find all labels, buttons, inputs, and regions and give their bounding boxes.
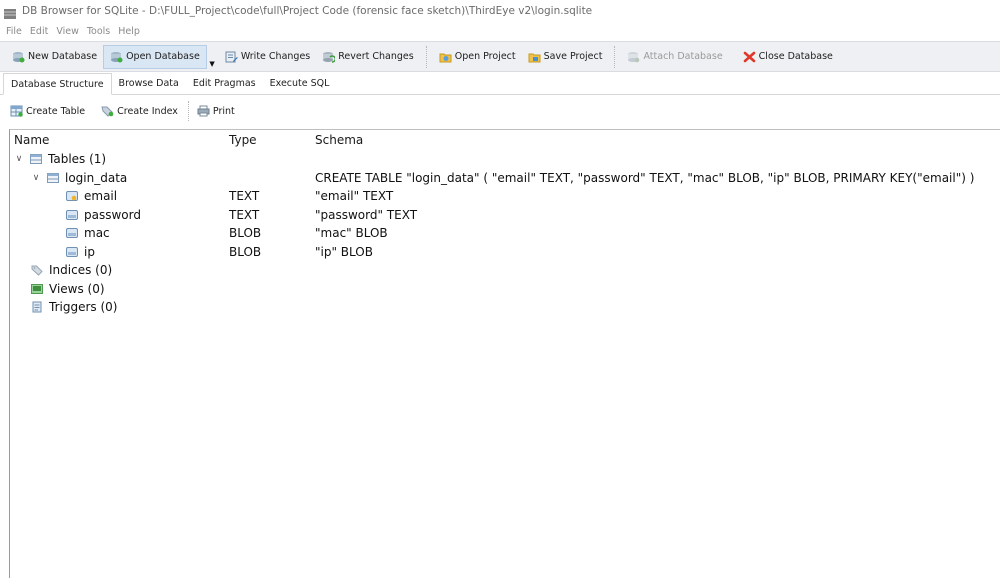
field-schema: "password" TEXT [315,207,418,222]
tab-browse-data[interactable]: Browse Data [112,74,186,94]
create-index-label: Create Index [117,105,178,117]
main-toolbar: New Database Open Database ▼ Write Chang… [0,41,1000,72]
attach-database-label: Attach Database [643,51,723,62]
revert-changes-icon [322,51,337,63]
menu-bar: File Edit View Tools Help [0,22,1000,40]
triggers-label: Triggers (0) [49,300,118,314]
menu-view[interactable]: View [56,26,79,37]
field-icon [66,209,78,221]
toolbar-separator [614,45,616,68]
tab-execute-sql[interactable]: Execute SQL [263,74,337,94]
title-bar: DB Browser for SQLite - D:\FULL_Project\… [0,0,1000,22]
tree-row-views[interactable]: Views (0) [10,280,1000,299]
open-project-icon [439,51,452,63]
open-project-button[interactable]: Open Project [433,45,522,69]
close-icon [743,51,756,63]
open-database-icon [110,51,123,63]
create-index-button[interactable]: Create Index [101,105,178,117]
table-icon [47,172,59,184]
views-label: Views (0) [49,281,105,296]
tree-row-triggers[interactable]: Triggers (0) [10,298,1000,317]
open-database-label: Open Database [126,51,200,62]
revert-changes-button[interactable]: Revert Changes [316,45,419,69]
table-schema: CREATE TABLE "login_data" ( "email" TEXT… [315,170,975,185]
save-project-button[interactable]: Save Project [522,45,609,69]
open-project-label: Open Project [454,51,516,62]
menu-edit[interactable]: Edit [30,26,48,37]
attach-database-icon [627,51,640,63]
field-type: BLOB [229,244,262,259]
toolbar-separator [187,101,189,121]
save-project-icon [528,51,541,63]
new-database-icon [12,51,25,63]
chevron-down-icon[interactable]: ∨ [31,173,41,183]
create-table-button[interactable]: Create Table [10,105,85,117]
print-label: Print [212,105,235,117]
menu-tools[interactable]: Tools [87,26,110,37]
printer-icon [197,105,210,117]
tree-row-table-login-data[interactable]: ∨ login_data CREATE TABLE "login_data" (… [10,169,1000,188]
column-header-name[interactable]: Name [14,133,49,147]
column-header-type[interactable]: Type [229,133,257,147]
main-tab-bar: Database Structure Browse Data Edit Prag… [0,73,1000,95]
write-changes-button[interactable]: Write Changes [219,45,316,69]
create-table-label: Create Table [26,105,86,117]
window-title: DB Browser for SQLite - D:\FULL_Project\… [22,5,593,17]
menu-help[interactable]: Help [118,26,140,37]
table-name: login_data [65,170,128,185]
revert-changes-label: Revert Changes [338,51,414,62]
tree-row-indices[interactable]: Indices (0) [10,261,1000,280]
structure-toolbar: Create Table Create Index Print [0,96,1000,126]
field-type: TEXT [229,189,260,203]
open-database-dropdown-icon[interactable]: ▼ [209,60,214,68]
tables-icon [30,153,42,165]
field-type: BLOB [229,226,262,240]
field-name: password [84,207,141,222]
write-changes-icon [225,51,238,63]
tab-edit-pragmas[interactable]: Edit Pragmas [186,74,263,94]
field-name: email [84,189,118,203]
write-changes-label: Write Changes [240,51,311,62]
database-structure-tree[interactable]: Name Type Schema ∨ Tables (1) ∨ login_da… [9,129,1000,578]
attach-database-button[interactable]: Attach Database [621,45,728,69]
field-type: TEXT [229,207,260,222]
field-schema: "email" TEXT [315,189,394,203]
tree-row-tables[interactable]: ∨ Tables (1) [10,150,1000,169]
tree-row-field-ip[interactable]: ip BLOB "ip" BLOB [10,243,1000,262]
toolbar-separator [425,45,427,68]
field-icon [66,246,78,258]
field-schema: "mac" BLOB [315,226,388,240]
new-database-label: New Database [28,51,98,62]
db-browser-app-icon [3,5,17,19]
open-database-button[interactable]: Open Database ▼ [103,44,215,69]
tree-header: Name Type Schema [10,130,1000,150]
tree-row-field-mac[interactable]: mac BLOB "mac" BLOB [10,224,1000,243]
view-icon [31,283,43,295]
field-icon [66,227,78,239]
tab-database-structure[interactable]: Database Structure [3,73,112,95]
tables-label: Tables (1) [48,152,107,166]
indices-label: Indices (0) [49,263,113,277]
index-icon [31,264,43,276]
create-table-icon [10,105,23,117]
trigger-icon [31,301,43,313]
column-header-schema[interactable]: Schema [315,133,363,147]
print-button[interactable]: Print [197,105,235,117]
tree-row-field-email[interactable]: email TEXT "email" TEXT [10,187,1000,206]
field-schema: "ip" BLOB [315,244,373,259]
field-name: ip [84,244,95,259]
chevron-down-icon[interactable]: ∨ [14,154,24,164]
close-database-label: Close Database [758,51,833,62]
new-database-button[interactable]: New Database [6,45,103,69]
tree-row-field-password[interactable]: password TEXT "password" TEXT [10,206,1000,225]
menu-file[interactable]: File [6,26,22,37]
field-name: mac [84,226,110,240]
save-project-label: Save Project [543,51,603,62]
create-index-icon [101,105,114,117]
primary-key-field-icon [66,190,78,202]
close-database-button[interactable]: Close Database [737,45,839,69]
